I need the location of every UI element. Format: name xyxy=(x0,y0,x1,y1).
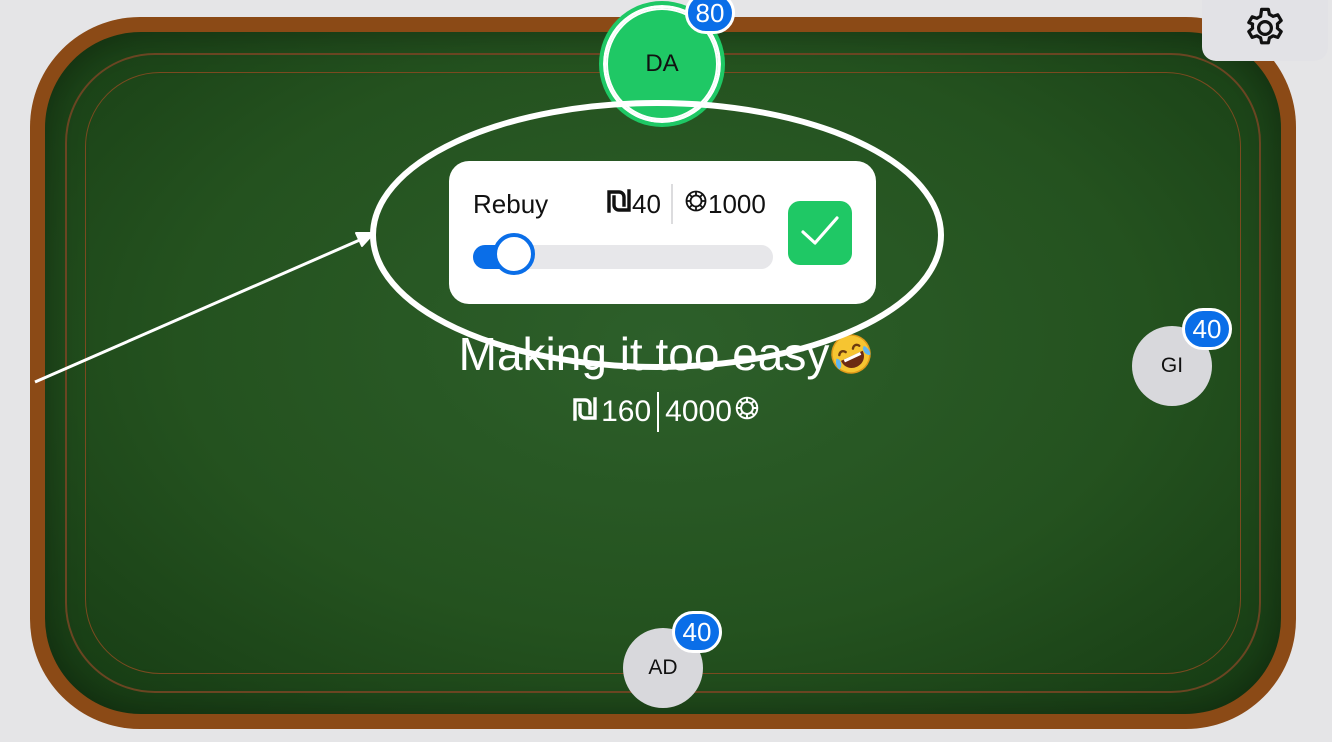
rebuy-chips-value: 1000 xyxy=(708,189,766,219)
rofl-emoji xyxy=(829,332,873,376)
table-name: Making it too easy xyxy=(0,326,1332,382)
seat-initials: AD xyxy=(648,656,678,679)
chip-icon xyxy=(684,189,708,220)
pot-chips: 4000 xyxy=(665,395,732,428)
rebuy-panel: Rebuy 40 1000 xyxy=(449,161,876,304)
stack-badge: 80 xyxy=(685,0,735,34)
table-name-text: Making it too easy xyxy=(458,328,830,380)
gear-icon xyxy=(1241,4,1289,57)
shekel-icon xyxy=(606,189,632,220)
pot-amount: 160 xyxy=(601,395,652,428)
chip-icon xyxy=(734,395,760,429)
settings-button[interactable] xyxy=(1202,0,1328,61)
checkmark-icon xyxy=(798,209,842,258)
rebuy-amount: 40 xyxy=(606,189,661,220)
pot-summary: 160 4000 xyxy=(0,392,1332,432)
rebuy-amount-value: 40 xyxy=(632,189,661,219)
rebuy-slider-thumb[interactable] xyxy=(493,233,536,275)
stack-badge: 40 xyxy=(672,611,722,653)
confirm-rebuy-button[interactable] xyxy=(788,201,852,265)
rebuy-chips: 1000 xyxy=(684,189,766,220)
rebuy-label: Rebuy xyxy=(473,189,549,219)
divider xyxy=(671,184,673,224)
divider xyxy=(657,392,660,432)
shekel-icon xyxy=(572,395,598,429)
poker-table-screen: DA 80 GI 40 AD 40 Rebuy 40 1000 Making i… xyxy=(0,0,1332,742)
